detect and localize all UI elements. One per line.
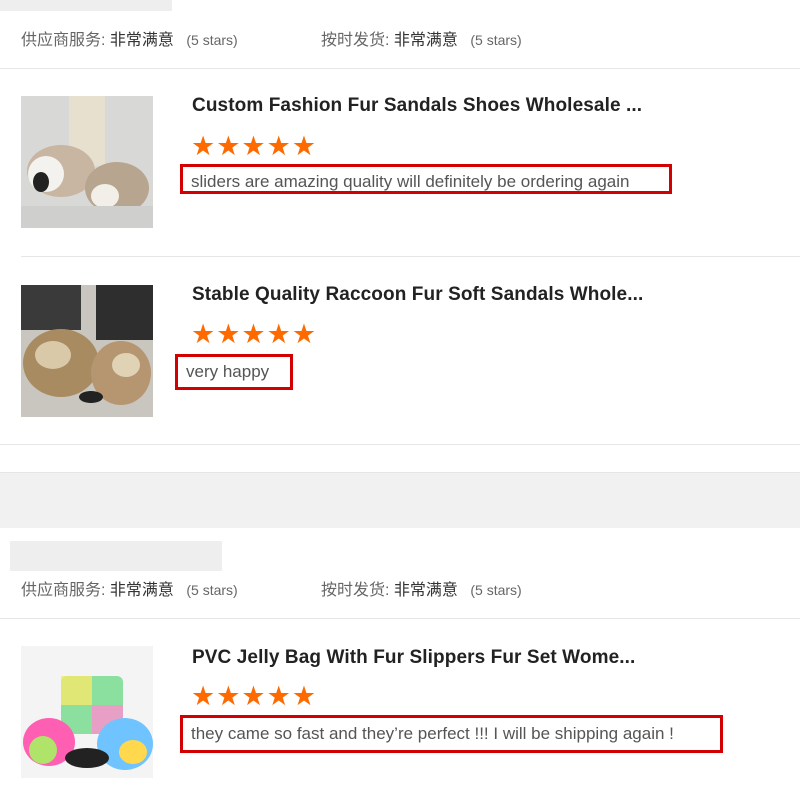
product-title[interactable]: Stable Quality Raccoon Fur Soft Sandals … <box>192 284 643 306</box>
review-comment: sliders are amazing quality will definit… <box>191 172 630 191</box>
raccoon-fur-sandals-image <box>21 285 153 417</box>
product-title[interactable]: Custom Fashion Fur Sandals Shoes Wholesa… <box>192 95 642 117</box>
shipping-label: 按时发货: <box>321 32 390 49</box>
fur-sandals-image <box>21 96 153 228</box>
review-comment-highlight: sliders are amazing quality will definit… <box>180 164 672 194</box>
buyer-name-placeholder <box>0 0 172 11</box>
buyer-name-placeholder <box>10 541 222 571</box>
group-separator <box>0 445 800 473</box>
supplier-service-label: 供应商服务: <box>21 582 106 599</box>
star-rating: ★★★★★ <box>191 681 318 711</box>
review-comment: they came so fast and they’re perfect !!… <box>191 724 674 743</box>
supplier-service-stars: (5 stars) <box>186 32 238 48</box>
shipping-stars: (5 stars) <box>470 32 522 48</box>
divider <box>0 68 800 69</box>
star-rating: ★★★★★ <box>191 131 318 161</box>
supplier-service-value: 非常满意 <box>109 582 174 599</box>
group-separator <box>0 473 800 528</box>
supplier-service-label: 供应商服务: <box>21 32 106 49</box>
supplier-service-value: 非常满意 <box>109 32 174 49</box>
shipping-value: 非常满意 <box>393 32 458 49</box>
shipping-stars: (5 stars) <box>470 582 522 598</box>
product-thumbnail[interactable] <box>21 646 153 778</box>
divider <box>0 618 800 619</box>
star-rating: ★★★★★ <box>191 319 318 349</box>
supplier-service-rating: 供应商服务: 非常满意 (5 stars) <box>21 26 238 50</box>
supplier-service-rating: 供应商服务: 非常满意 (5 stars) <box>21 576 238 600</box>
review-comment-highlight: very happy <box>175 354 293 390</box>
divider <box>21 256 800 257</box>
product-title[interactable]: PVC Jelly Bag With Fur Slippers Fur Set … <box>192 647 635 669</box>
product-thumbnail[interactable] <box>21 285 153 417</box>
product-thumbnail[interactable] <box>21 96 153 228</box>
supplier-service-stars: (5 stars) <box>186 582 238 598</box>
shipping-rating: 按时发货: 非常满意 (5 stars) <box>321 26 522 50</box>
review-comment-highlight: they came so fast and they’re perfect !!… <box>180 715 723 753</box>
jelly-bag-fur-slippers-image <box>21 646 153 778</box>
review-comment: very happy <box>186 362 270 381</box>
shipping-value: 非常满意 <box>393 582 458 599</box>
shipping-rating: 按时发货: 非常满意 (5 stars) <box>321 576 522 600</box>
shipping-label: 按时发货: <box>321 582 390 599</box>
